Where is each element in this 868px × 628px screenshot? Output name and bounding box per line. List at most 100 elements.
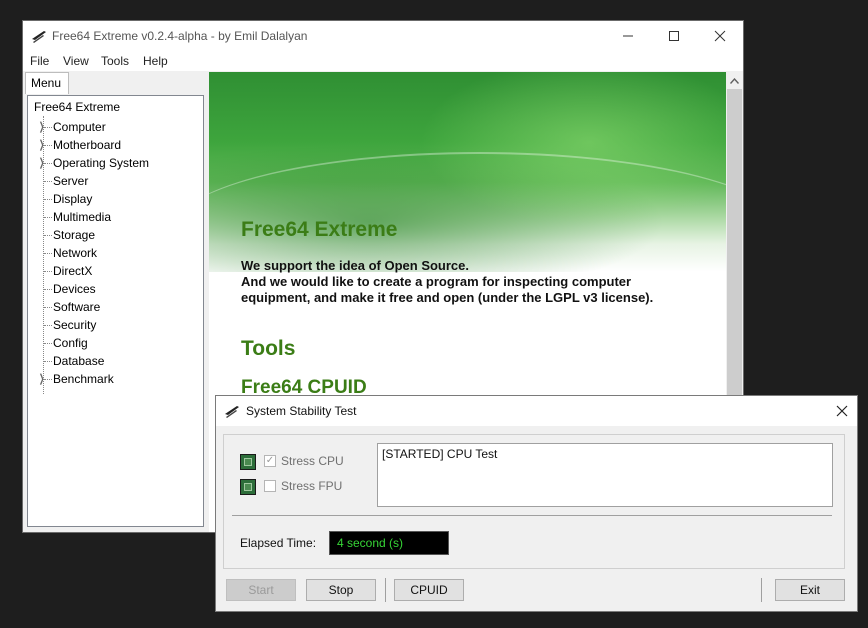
tree-connector [44, 253, 52, 254]
window-title: Free64 Extreme v0.2.4-alpha - by Emil Da… [52, 29, 308, 43]
tree-item-label: Benchmark [53, 372, 114, 386]
content-heading: Free64 Extreme [241, 218, 398, 241]
tree-connector [44, 361, 52, 362]
menu-view[interactable]: View [63, 54, 89, 68]
chevron-right-icon[interactable]: ❯ [39, 120, 45, 133]
log-line: [STARTED] CPU Test [382, 447, 498, 461]
tree-item-label: Software [53, 300, 101, 314]
elapsed-time-label: Elapsed Time: [240, 536, 317, 550]
menu-help[interactable]: Help [143, 54, 168, 68]
chevron-right-icon[interactable]: ❯ [39, 372, 45, 385]
close-button[interactable] [697, 21, 743, 51]
tree-connector [44, 289, 52, 290]
exit-button[interactable]: Exit [775, 579, 845, 601]
maximize-icon [669, 31, 679, 41]
app-icon [32, 31, 46, 43]
tree-item-label: Operating System [53, 156, 150, 170]
tree-item-label: Multimedia [53, 210, 112, 224]
tree-item[interactable]: Database [28, 352, 198, 370]
tab-strip: Menu [23, 71, 208, 94]
menu-tools[interactable]: Tools [101, 54, 129, 68]
tree-root[interactable]: Free64 Extreme [34, 100, 120, 114]
chevron-right-icon[interactable]: ❯ [39, 138, 45, 151]
tree-connector [44, 181, 52, 182]
cpu-chip-icon [240, 454, 256, 470]
stress-fpu-checkbox[interactable] [264, 480, 276, 492]
navigation-tree[interactable]: Free64 Extreme ❯ Computer ❯ Motherboard ❯ Ope… [27, 95, 204, 527]
tree-item-label: Config [53, 336, 88, 350]
tree-connector [44, 217, 52, 218]
stress-cpu-label: Stress CPU [281, 454, 344, 468]
maximize-button[interactable] [651, 21, 697, 51]
chevron-up-icon [730, 77, 739, 84]
start-button[interactable]: Start [226, 579, 296, 601]
tree-item[interactable]: Network [28, 244, 198, 262]
minimize-button[interactable] [605, 21, 651, 51]
tree-item-label: Display [53, 192, 93, 206]
tree-connector [44, 271, 52, 272]
tree-item[interactable]: ❯ Computer [28, 118, 198, 136]
close-icon [714, 30, 726, 42]
app-icon [225, 406, 239, 418]
stress-cpu-checkbox[interactable]: ✓ [264, 455, 276, 467]
log-output[interactable]: [STARTED] CPU Test [377, 443, 833, 507]
tree-item-label: Storage [53, 228, 96, 242]
tree-item[interactable]: Storage [28, 226, 198, 244]
elapsed-time-value: 4 second (s) [337, 536, 404, 550]
stress-fpu-label: Stress FPU [281, 479, 343, 493]
content-paragraph: We support the idea of Open Source. And … [241, 258, 711, 306]
tree-item-label: Motherboard [53, 138, 122, 152]
button-separator [761, 578, 762, 602]
section-heading-tools: Tools [241, 337, 296, 360]
tree-item[interactable]: ❯ Benchmark [28, 370, 198, 388]
tree-connector [44, 343, 52, 344]
cpuid-button[interactable]: CPUID [394, 579, 464, 601]
paragraph-line: equipment, and make it free and open (un… [241, 290, 654, 305]
tree-connector [44, 145, 52, 146]
tree-connector [44, 235, 52, 236]
tree-item[interactable]: ❯ Operating System [28, 154, 198, 172]
tab-menu-label: Menu [31, 76, 62, 90]
tree-item[interactable]: Config [28, 334, 198, 352]
tree-connector [44, 127, 52, 128]
main-titlebar[interactable]: Free64 Extreme v0.2.4-alpha - by Emil Da… [23, 21, 743, 51]
tree-item[interactable]: Security [28, 316, 198, 334]
tree-item-label: Server [53, 174, 89, 188]
tree-item-label: Devices [53, 282, 96, 296]
menu-file[interactable]: File [30, 54, 49, 68]
chevron-right-icon[interactable]: ❯ [39, 156, 45, 169]
scroll-up-button[interactable] [726, 72, 743, 89]
dialog-close-button[interactable] [827, 396, 857, 426]
stress-cpu-row: ✓ Stress CPU [240, 452, 380, 472]
tree-item[interactable]: Software [28, 298, 198, 316]
tree-connector [44, 199, 52, 200]
minimize-icon [623, 35, 633, 37]
tree-item-label: Network [53, 246, 98, 260]
tree-connector [44, 163, 52, 164]
tree-item-label: Database [53, 354, 105, 368]
tree-connector [44, 325, 52, 326]
paragraph-line: We support the idea of Open Source. [241, 258, 470, 273]
stop-button[interactable]: Stop [306, 579, 376, 601]
tree-item[interactable]: ❯ Motherboard [28, 136, 198, 154]
tree-item[interactable]: DirectX [28, 262, 198, 280]
tab-menu[interactable]: Menu [25, 72, 69, 94]
tree-item[interactable]: Server [28, 172, 198, 190]
paragraph-line: And we would like to create a program fo… [241, 274, 632, 289]
banner-graphic [209, 72, 726, 272]
separator [232, 515, 832, 516]
dialog-titlebar[interactable]: System Stability Test [216, 396, 857, 426]
cpu-chip-icon [240, 479, 256, 495]
tree-item-label: DirectX [53, 264, 93, 278]
elapsed-time-display: 4 second (s) [329, 531, 449, 555]
button-separator [385, 578, 386, 602]
stress-fpu-row: Stress FPU [240, 477, 380, 497]
test-options-group: ✓ Stress CPU Stress FPU [STARTED] CPU Te… [223, 434, 845, 569]
tree-item-label: Computer [53, 120, 106, 134]
scroll-thumb[interactable] [727, 89, 742, 409]
tree-item[interactable]: Devices [28, 280, 198, 298]
dialog-title: System Stability Test [246, 404, 357, 418]
tree-item[interactable]: Display [28, 190, 198, 208]
menu-bar: File View Tools Help [23, 51, 743, 71]
tree-item[interactable]: Multimedia [28, 208, 198, 226]
